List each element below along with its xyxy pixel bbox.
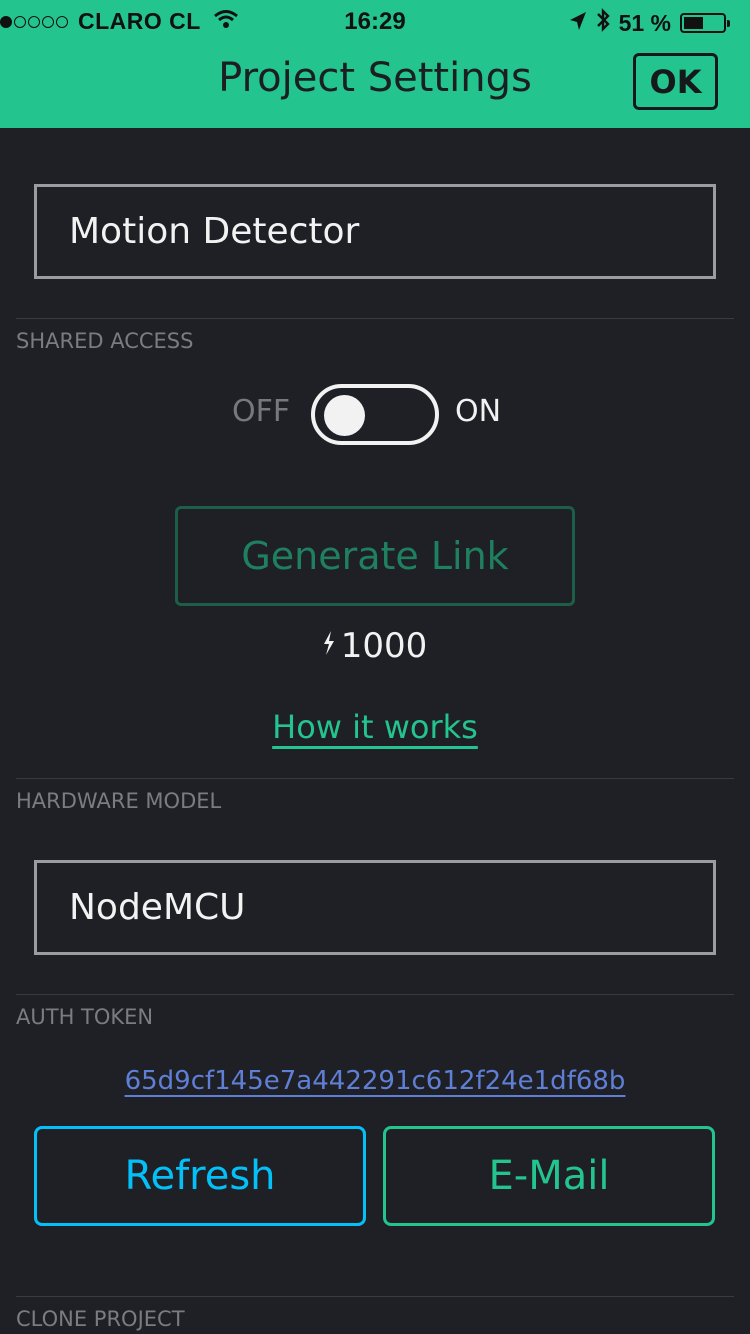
refresh-button[interactable]: Refresh	[34, 1126, 366, 1226]
divider	[16, 994, 734, 995]
location-arrow-icon	[569, 10, 587, 37]
clone-project-label: CLONE PROJECT	[16, 1307, 185, 1331]
battery-percent: 51 %	[618, 9, 671, 36]
generate-link-button[interactable]: Generate Link	[175, 506, 575, 606]
how-it-works-link[interactable]: How it works	[272, 708, 478, 746]
email-button[interactable]: E-Mail	[383, 1126, 715, 1226]
auth-token-value[interactable]: 65d9cf145e7a442291c612f24e1df68b	[125, 1066, 626, 1096]
energy-cost: 1000	[0, 626, 750, 666]
hardware-model-select[interactable]: NodeMCU	[34, 860, 716, 955]
toggle-off-label: OFF	[232, 394, 291, 429]
divider	[16, 778, 734, 779]
app-header: CLARO CL 16:29 51 % Project Settings OK	[0, 0, 750, 128]
lightning-bolt-icon	[323, 631, 335, 661]
ok-button[interactable]: OK	[633, 53, 718, 110]
toggle-on-label: ON	[455, 394, 502, 429]
divider	[16, 318, 734, 319]
auth-token-label: AUTH TOKEN	[16, 1005, 154, 1029]
shared-access-label: SHARED ACCESS	[16, 329, 194, 353]
battery-icon	[680, 13, 730, 33]
energy-value: 1000	[340, 626, 428, 666]
how-it-works-link-wrapper: How it works	[0, 708, 750, 746]
battery-fill	[684, 17, 704, 29]
shared-access-toggle[interactable]	[311, 384, 439, 445]
bluetooth-icon	[596, 8, 610, 38]
project-name-field[interactable]: Motion Detector	[34, 184, 716, 279]
auth-token-wrapper: 65d9cf145e7a442291c612f24e1df68b	[0, 1066, 750, 1096]
toggle-knob	[324, 395, 365, 436]
status-bar: CLARO CL 16:29 51 %	[0, 0, 750, 40]
status-bar-right: 51 %	[569, 8, 730, 38]
divider	[16, 1296, 734, 1297]
hardware-model-label: HARDWARE MODEL	[16, 789, 222, 813]
